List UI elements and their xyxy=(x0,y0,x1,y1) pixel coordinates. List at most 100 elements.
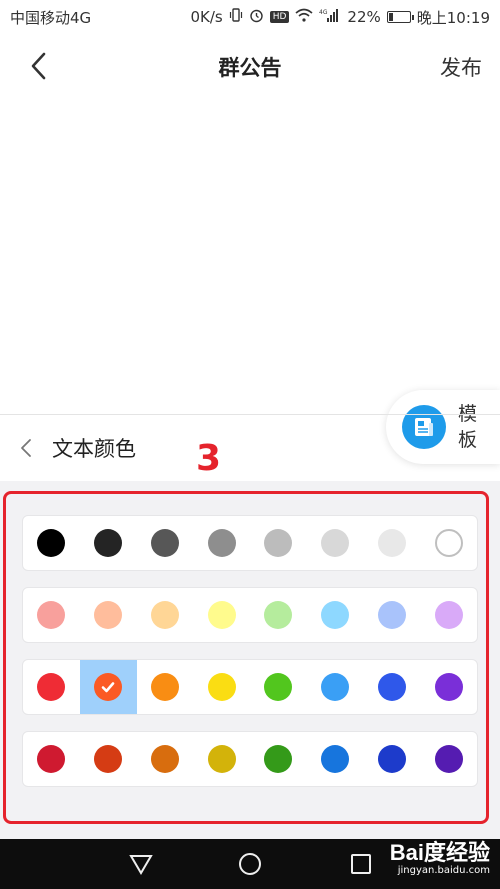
color-swatch xyxy=(94,601,123,629)
color-swatch xyxy=(264,745,293,773)
color-swatch xyxy=(264,529,293,557)
nav-recents-button[interactable] xyxy=(348,851,374,877)
color-swatch xyxy=(264,601,293,629)
signal-type-label: 4G xyxy=(319,9,328,16)
status-bar: 中国移动4G 0K/s HD 4G 22% 晚上10:19 xyxy=(0,0,500,34)
color-swatch xyxy=(434,529,463,557)
color-swatch-cell[interactable] xyxy=(137,732,194,786)
color-swatch xyxy=(37,529,66,557)
color-swatch-cell[interactable] xyxy=(137,588,194,642)
color-swatch-cell[interactable] xyxy=(193,588,250,642)
color-swatch xyxy=(321,529,350,557)
color-swatch-cell[interactable] xyxy=(420,588,477,642)
status-indicators: 0K/s HD 4G 22% 晚上10:19 xyxy=(190,7,490,28)
cell-signal-icon: 4G xyxy=(319,8,341,26)
color-row-2 xyxy=(22,587,478,643)
watermark-sub: jingyan.baidu.com xyxy=(397,865,490,876)
battery-percent: 22% xyxy=(347,8,381,26)
color-swatch xyxy=(377,673,406,701)
clock: 晚上10:19 xyxy=(416,8,490,27)
color-swatch-cell[interactable] xyxy=(307,516,364,570)
color-swatch xyxy=(37,673,66,701)
color-swatch-cell[interactable] xyxy=(420,516,477,570)
color-panel-header: 文本颜色 xyxy=(0,415,500,481)
color-swatch-cell[interactable] xyxy=(420,660,477,714)
announcement-editor[interactable]: 模板 xyxy=(0,100,500,464)
wifi-icon xyxy=(295,8,313,26)
color-swatch-cell[interactable] xyxy=(193,660,250,714)
color-swatch-cell[interactable] xyxy=(250,588,307,642)
color-swatch-cell[interactable] xyxy=(80,732,137,786)
color-swatch-cell[interactable] xyxy=(307,732,364,786)
color-swatch xyxy=(434,601,463,629)
color-swatch xyxy=(377,529,406,557)
color-swatch-cell[interactable] xyxy=(307,588,364,642)
alarm-icon xyxy=(249,8,264,27)
battery-icon xyxy=(386,11,414,23)
color-swatch-cell[interactable] xyxy=(23,660,80,714)
color-row-4 xyxy=(22,731,478,787)
color-swatch xyxy=(94,673,123,701)
color-swatch-cell[interactable] xyxy=(23,516,80,570)
checkmark-icon xyxy=(101,682,115,693)
color-swatch-cell[interactable] xyxy=(420,732,477,786)
color-swatch xyxy=(321,601,350,629)
color-swatch xyxy=(434,673,463,701)
color-swatch-cell[interactable] xyxy=(364,516,421,570)
color-swatch-cell[interactable] xyxy=(307,660,364,714)
color-swatch-cell[interactable] xyxy=(23,732,80,786)
color-swatch xyxy=(207,529,236,557)
color-swatch-cell[interactable] xyxy=(250,660,307,714)
hd-badge: HD xyxy=(269,11,290,23)
color-swatch-cell[interactable] xyxy=(364,588,421,642)
color-swatch xyxy=(377,601,406,629)
color-swatch xyxy=(94,745,123,773)
color-swatch-cell[interactable] xyxy=(23,588,80,642)
color-swatch xyxy=(37,745,66,773)
step-annotation: 3 xyxy=(196,438,222,479)
color-row-3 xyxy=(22,659,478,715)
chevron-left-icon xyxy=(21,439,31,457)
color-swatch-cell[interactable] xyxy=(193,732,250,786)
color-panel-back-button[interactable] xyxy=(20,438,42,458)
color-swatch-cell[interactable] xyxy=(250,732,307,786)
carrier-label: 中国移动4G xyxy=(10,8,92,27)
color-swatch-cell[interactable] xyxy=(79,660,137,714)
color-swatch xyxy=(207,601,236,629)
color-swatch xyxy=(150,745,179,773)
color-swatch xyxy=(37,601,66,629)
color-swatch xyxy=(207,745,236,773)
square-recents-icon xyxy=(351,854,371,874)
net-speed: 0K/s xyxy=(190,8,223,26)
color-swatch xyxy=(207,673,236,701)
color-swatch-cell[interactable] xyxy=(193,516,250,570)
color-swatch-cell[interactable] xyxy=(80,588,137,642)
triangle-back-icon xyxy=(129,855,153,875)
battery-level-fill xyxy=(388,13,393,21)
color-swatch-cell[interactable] xyxy=(137,660,194,714)
header-bar: 群公告 发布 xyxy=(0,34,500,100)
color-swatch-cell[interactable] xyxy=(137,516,194,570)
color-swatch xyxy=(150,673,179,701)
nav-home-button[interactable] xyxy=(237,851,263,877)
chevron-left-icon xyxy=(31,52,46,80)
publish-button[interactable]: 发布 xyxy=(440,52,482,82)
color-swatch xyxy=(377,745,406,773)
color-swatch xyxy=(321,673,350,701)
color-swatch-cell[interactable] xyxy=(80,516,137,570)
color-swatch-cell[interactable] xyxy=(364,660,421,714)
back-button[interactable] xyxy=(18,46,58,86)
color-swatch-cell[interactable] xyxy=(364,732,421,786)
color-swatch xyxy=(264,673,293,701)
color-swatch xyxy=(150,529,179,557)
color-swatch xyxy=(94,529,123,557)
circle-home-icon xyxy=(239,853,261,875)
color-swatch xyxy=(150,601,179,629)
page-title: 群公告 xyxy=(218,56,282,80)
nav-back-button[interactable] xyxy=(128,851,154,877)
baidu-watermark: Bai度经验 jingyan.baidu.com xyxy=(390,841,490,877)
watermark-main: Bai度经验 xyxy=(389,840,490,865)
color-swatch-cell[interactable] xyxy=(250,516,307,570)
vibrate-icon xyxy=(229,8,243,26)
color-swatch xyxy=(321,745,350,773)
